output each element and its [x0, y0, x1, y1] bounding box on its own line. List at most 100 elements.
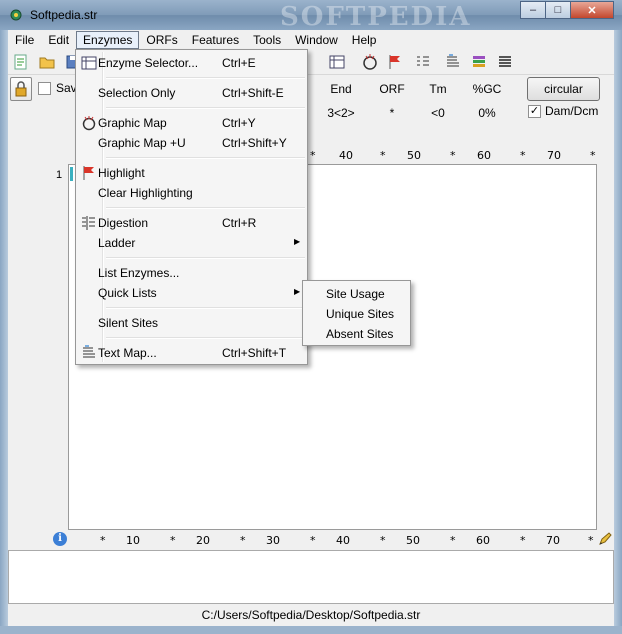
menu-item-digestion[interactable]: Digestion Ctrl+R	[78, 213, 305, 233]
ruler-tick: *	[520, 149, 526, 162]
maximize-button[interactable]: □	[545, 1, 571, 19]
ruler-tick: *	[380, 149, 386, 162]
menu-item-list-enzymes[interactable]: List Enzymes...	[78, 263, 305, 283]
menu-item-label: Quick Lists	[98, 286, 157, 300]
menu-item-ladder[interactable]: Ladder ▶	[78, 233, 305, 253]
text-cursor	[70, 167, 73, 181]
menu-features[interactable]: Features	[185, 31, 246, 49]
ruler-tick: *	[450, 149, 456, 162]
digest-toolbar-icon[interactable]	[414, 53, 432, 71]
menu-separator	[106, 77, 305, 79]
menu-tools[interactable]: Tools	[246, 31, 288, 49]
menu-file[interactable]: File	[8, 31, 41, 49]
ruler-tick: 60	[476, 534, 490, 547]
ruler-tick: *	[240, 534, 246, 547]
orf-value: *	[389, 106, 395, 120]
ruler-tick: 70	[547, 149, 561, 162]
menu-item-silent-sites[interactable]: Silent Sites	[78, 313, 305, 333]
output-pane[interactable]	[8, 550, 614, 604]
title-bar[interactable]: SOFTPEDIA Softpedia.str – □ ✕	[0, 0, 622, 32]
ruler-tick: *	[590, 149, 596, 162]
ruler-tick: 60	[477, 149, 491, 162]
menu-item-shortcut: Ctrl+R	[222, 216, 257, 230]
tm-value: <0	[431, 106, 445, 120]
list-toolbar-icon[interactable]	[496, 53, 514, 71]
ruler-tick: 10	[126, 534, 140, 547]
menu-window[interactable]: Window	[288, 31, 345, 49]
lock-icon	[15, 81, 27, 97]
ruler-tick: 40	[336, 534, 350, 547]
enzyme-selector-icon	[81, 56, 97, 70]
submenu-item-absent-sites[interactable]: Absent Sites	[326, 327, 393, 341]
info-icon[interactable]: i	[53, 532, 67, 546]
menu-item-quick-lists[interactable]: Quick Lists ▶	[78, 283, 305, 303]
submenu-item-site-usage[interactable]: Site Usage	[326, 287, 385, 301]
menu-item-clear-highlighting[interactable]: Clear Highlighting	[78, 183, 305, 203]
new-file-icon[interactable]	[12, 53, 30, 71]
menu-separator	[106, 307, 305, 309]
menu-item-selection-only[interactable]: Selection Only Ctrl+Shift-E	[78, 83, 305, 103]
text-map-icon	[83, 345, 95, 358]
graphic-map-icon	[82, 116, 96, 131]
menu-item-enzyme-selector[interactable]: Enzyme Selector... Ctrl+E	[78, 53, 305, 73]
menu-item-label: Highlight	[98, 166, 145, 180]
menu-bar: File Edit Enzymes ORFs Features Tools Wi…	[8, 30, 614, 50]
text-map-toolbar-icon[interactable]	[444, 53, 462, 71]
menu-item-label: Silent Sites	[98, 316, 159, 330]
menu-edit[interactable]: Edit	[41, 31, 76, 49]
open-file-icon[interactable]	[38, 53, 56, 71]
save-label: Sav	[56, 81, 77, 95]
menu-item-text-map[interactable]: Text Map... Ctrl+Shift+T	[78, 343, 305, 363]
menu-item-label: Selection Only	[98, 86, 176, 100]
quick-lists-submenu: Site Usage Unique Sites Absent Sites	[302, 280, 411, 346]
menu-item-label: Text Map...	[98, 346, 157, 360]
ruler-bottom: * 10 * 20 * 30 * 40 * 50 * 60 * 70 *	[68, 534, 608, 548]
menu-item-shortcut: Ctrl+Shift-E	[222, 86, 284, 100]
close-button[interactable]: ✕	[570, 1, 614, 19]
ruler-tick: 70	[546, 534, 560, 547]
ruler-tick: *	[310, 534, 316, 547]
window-frame-right	[614, 30, 622, 634]
orf-header: ORF	[379, 82, 405, 96]
graphic-map-toolbar-icon[interactable]	[361, 53, 379, 71]
save-checkbox[interactable]	[38, 82, 51, 95]
menu-item-shortcut: Ctrl+E	[222, 56, 256, 70]
ruler-tick: *	[450, 534, 456, 547]
topology-button[interactable]: circular	[527, 77, 600, 101]
menu-item-label: Digestion	[98, 216, 149, 230]
menu-separator	[106, 107, 305, 109]
gc-header: %GC	[472, 82, 502, 96]
ruler-tick: 50	[406, 534, 420, 547]
ruler-tick: 40	[339, 149, 353, 162]
menu-item-shortcut: Ctrl+Shift+Y	[222, 136, 287, 150]
menu-orfs[interactable]: ORFs	[139, 31, 184, 49]
end-header: End	[330, 82, 352, 96]
ruler-tick: *	[170, 534, 176, 547]
window-title: Softpedia.str	[30, 8, 98, 22]
ruler-tick: 20	[196, 534, 210, 547]
gc-value: 0%	[478, 106, 496, 120]
status-bar-path: C:/Users/Softpedia/Desktop/Softpedia.str	[201, 608, 421, 622]
menu-item-graphic-map[interactable]: Graphic Map Ctrl+Y	[78, 113, 305, 133]
submenu-item-unique-sites[interactable]: Unique Sites	[326, 307, 394, 321]
menu-item-shortcut: Ctrl+Shift+T	[222, 346, 287, 360]
highlight-flag-icon	[83, 166, 94, 180]
minimize-button[interactable]: –	[520, 1, 546, 19]
menu-item-shortcut: Ctrl+Y	[222, 116, 256, 130]
enzymes-dropdown-menu: Enzyme Selector... Ctrl+E Selection Only…	[75, 49, 308, 365]
enzyme-table-icon[interactable]	[328, 53, 346, 71]
menu-item-graphic-map-u[interactable]: Graphic Map +U Ctrl+Shift+Y	[78, 133, 305, 153]
menu-enzymes[interactable]: Enzymes	[76, 31, 140, 49]
menu-item-highlight[interactable]: Highlight	[78, 163, 305, 183]
highlight-toolbar-icon[interactable]	[386, 53, 404, 71]
ruler-tick: *	[100, 534, 106, 547]
menu-help[interactable]: Help	[345, 31, 384, 49]
dam-dcm-checkbox[interactable]: ✓	[528, 105, 541, 118]
lock-button[interactable]	[10, 77, 32, 101]
features-toolbar-icon[interactable]	[470, 53, 488, 71]
submenu-arrow-icon: ▶	[294, 287, 301, 296]
edit-pencil-icon[interactable]	[597, 531, 613, 547]
menu-separator	[106, 157, 305, 159]
menu-item-label: List Enzymes...	[98, 266, 180, 280]
ruler-tick: *	[520, 534, 526, 547]
